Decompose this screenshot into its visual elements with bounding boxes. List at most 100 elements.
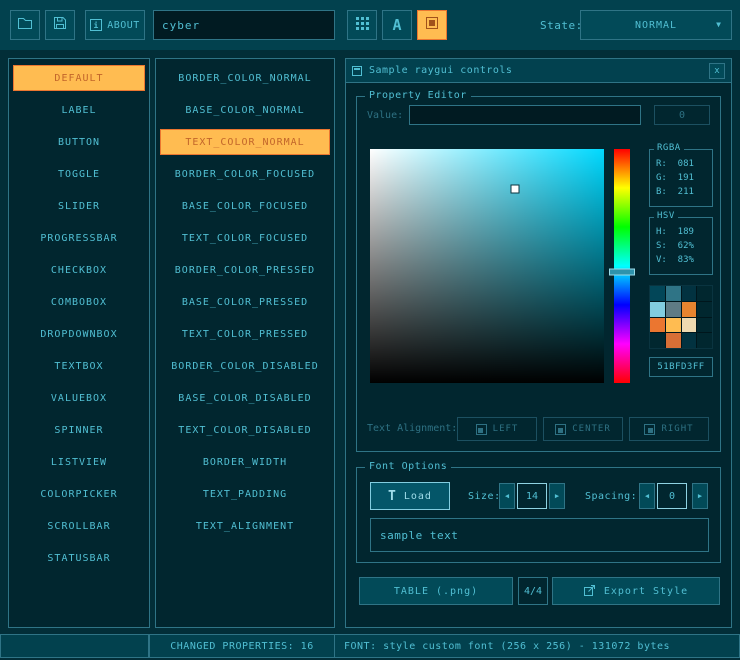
spacing-value-box[interactable]: 0 [657, 483, 687, 509]
control-item-slider[interactable]: SLIDER [13, 193, 145, 219]
property-editor-group: Property Editor Value: 0 RGBA R: 081 G: … [356, 96, 721, 452]
style-name-input[interactable] [153, 10, 335, 40]
properties-list: BORDER_COLOR_NORMAL BASE_COLOR_NORMAL TEXT… [156, 65, 334, 539]
property-item-border_color_focused[interactable]: BORDER_COLOR_FOCUSED [160, 161, 330, 187]
property-item-base_color_pressed[interactable]: BASE_COLOR_PRESSED [160, 289, 330, 315]
control-item-progressbar[interactable]: PROGRESSBAR [13, 225, 145, 251]
hsv-saturation-value: S: 62% [656, 239, 712, 253]
property-item-text_alignment[interactable]: TEXT_ALIGNMENT [160, 513, 330, 539]
property-item-base_color_focused[interactable]: BASE_COLOR_FOCUSED [160, 193, 330, 219]
property-item-border_color_disabled[interactable]: BORDER_COLOR_DISABLED [160, 353, 330, 379]
property-item-text_color_disabled[interactable]: TEXT_COLOR_DISABLED [160, 417, 330, 443]
rgba-blue-value: B: 211 [656, 185, 712, 199]
export-style-button[interactable]: Export Style [552, 577, 720, 605]
value-input[interactable] [409, 105, 641, 125]
load-style-button[interactable] [10, 10, 40, 40]
control-item-textbox[interactable]: TEXTBOX [13, 353, 145, 379]
property-item-border_color_pressed[interactable]: BORDER_COLOR_PRESSED [160, 257, 330, 283]
hsv-group: HSV H: 189 S: 62% V: 83% [649, 217, 713, 275]
about-button[interactable]: i ABOUT [85, 10, 145, 40]
property-item-text_color_normal[interactable]: TEXT_COLOR_NORMAL [160, 129, 330, 155]
property-item-base_color_normal[interactable]: BASE_COLOR_NORMAL [160, 97, 330, 123]
sample-text-input[interactable] [370, 518, 709, 552]
folder-icon [17, 16, 33, 34]
control-item-statusbar[interactable]: STATUSBAR [13, 545, 145, 571]
export-style-label: Export Style [604, 586, 688, 597]
value-count-button[interactable]: 0 [654, 105, 710, 125]
changed-properties-text: CHANGED PROPERTIES: 16 [170, 641, 313, 652]
control-item-combobox[interactable]: COMBOBOX [13, 289, 145, 315]
size-value-box[interactable]: 14 [517, 483, 547, 509]
property-item-border_color_normal[interactable]: BORDER_COLOR_NORMAL [160, 65, 330, 91]
hex-color-value[interactable]: 51BFD3FF [649, 357, 713, 377]
control-item-dropdownbox[interactable]: DROPDOWNBOX [13, 321, 145, 347]
color-saturation-value-panel[interactable] [370, 149, 604, 383]
floppy-disk-icon [53, 16, 67, 34]
property-item-text_color_pressed[interactable]: TEXT_COLOR_PRESSED [160, 321, 330, 347]
font-view-button[interactable]: A [382, 10, 412, 40]
align-right-button[interactable]: RIGHT [629, 417, 709, 441]
palette-swatch[interactable] [697, 318, 712, 333]
property-item-base_color_disabled[interactable]: BASE_COLOR_DISABLED [160, 385, 330, 411]
grid-view-button[interactable] [347, 10, 377, 40]
size-increase-button[interactable]: ▶ [549, 483, 565, 509]
spacing-label: Spacing: [585, 482, 637, 510]
align-center-button[interactable]: CENTER [543, 417, 623, 441]
palette-swatch[interactable] [682, 286, 697, 301]
palette-swatch[interactable] [650, 302, 665, 317]
palette-swatch[interactable] [650, 318, 665, 333]
palette-swatch[interactable] [650, 333, 665, 348]
spacing-decrease-button[interactable]: ◀ [639, 483, 655, 509]
color-mode-button-active[interactable] [417, 10, 447, 40]
palette-swatch[interactable] [666, 333, 681, 348]
control-item-scrollbar[interactable]: SCROLLBAR [13, 513, 145, 539]
text-alignment-label: Text Alignment: [367, 423, 455, 434]
palette-swatch[interactable] [666, 286, 681, 301]
control-item-toggle[interactable]: TOGGLE [13, 161, 145, 187]
window-icon [352, 66, 362, 76]
control-item-default[interactable]: DEFAULT [13, 65, 145, 91]
chevron-down-icon: ▼ [716, 21, 722, 29]
palette-swatch[interactable] [697, 302, 712, 317]
save-style-button[interactable] [45, 10, 75, 40]
control-item-label[interactable]: LABEL [13, 97, 145, 123]
value-label: Value: [367, 110, 403, 121]
hsv-hue-value: H: 189 [656, 225, 712, 239]
hue-slider-handle[interactable] [609, 268, 635, 275]
control-item-checkbox[interactable]: CHECKBOX [13, 257, 145, 283]
palette-swatch[interactable] [682, 302, 697, 317]
align-center-icon [555, 424, 566, 435]
color-picker-marker[interactable] [512, 185, 519, 192]
hue-slider-bar[interactable] [614, 149, 630, 383]
state-dropdown[interactable]: NORMAL ▼ [580, 10, 732, 40]
palette-swatch[interactable] [666, 318, 681, 333]
control-item-valuebox[interactable]: VALUEBOX [13, 385, 145, 411]
palette-swatch[interactable] [682, 318, 697, 333]
control-item-listview[interactable]: LISTVIEW [13, 449, 145, 475]
property-item-text_color_focused[interactable]: TEXT_COLOR_FOCUSED [160, 225, 330, 251]
property-item-text_padding[interactable]: TEXT_PADDING [160, 481, 330, 507]
property-item-border_width[interactable]: BORDER_WIDTH [160, 449, 330, 475]
control-item-colorpicker[interactable]: COLORPICKER [13, 481, 145, 507]
window-titlebar[interactable]: Sample raygui controls x [346, 59, 731, 83]
control-item-spinner[interactable]: SPINNER [13, 417, 145, 443]
spacing-increase-button[interactable]: ▶ [692, 483, 708, 509]
state-label: State: [540, 0, 583, 50]
size-decrease-button[interactable]: ◀ [499, 483, 515, 509]
arrow-left-icon: ◀ [645, 492, 649, 500]
palette-swatch[interactable] [650, 286, 665, 301]
palette-swatch[interactable] [697, 333, 712, 348]
close-button[interactable]: x [709, 63, 725, 79]
control-item-button[interactable]: BUTTON [13, 129, 145, 155]
properties-list-panel: BORDER_COLOR_NORMAL BASE_COLOR_NORMAL TEXT… [155, 58, 335, 628]
arrow-left-icon: ◀ [505, 492, 509, 500]
load-font-button[interactable]: T Load [370, 482, 450, 510]
rgba-green-value: G: 191 [656, 171, 712, 185]
palette-swatch[interactable] [697, 286, 712, 301]
close-icon: x [714, 66, 719, 76]
palette-swatch[interactable] [682, 333, 697, 348]
arrow-right-icon: ▶ [698, 492, 702, 500]
align-left-button[interactable]: LEFT [457, 417, 537, 441]
export-table-button[interactable]: TABLE (.png) [359, 577, 513, 605]
palette-swatch[interactable] [666, 302, 681, 317]
